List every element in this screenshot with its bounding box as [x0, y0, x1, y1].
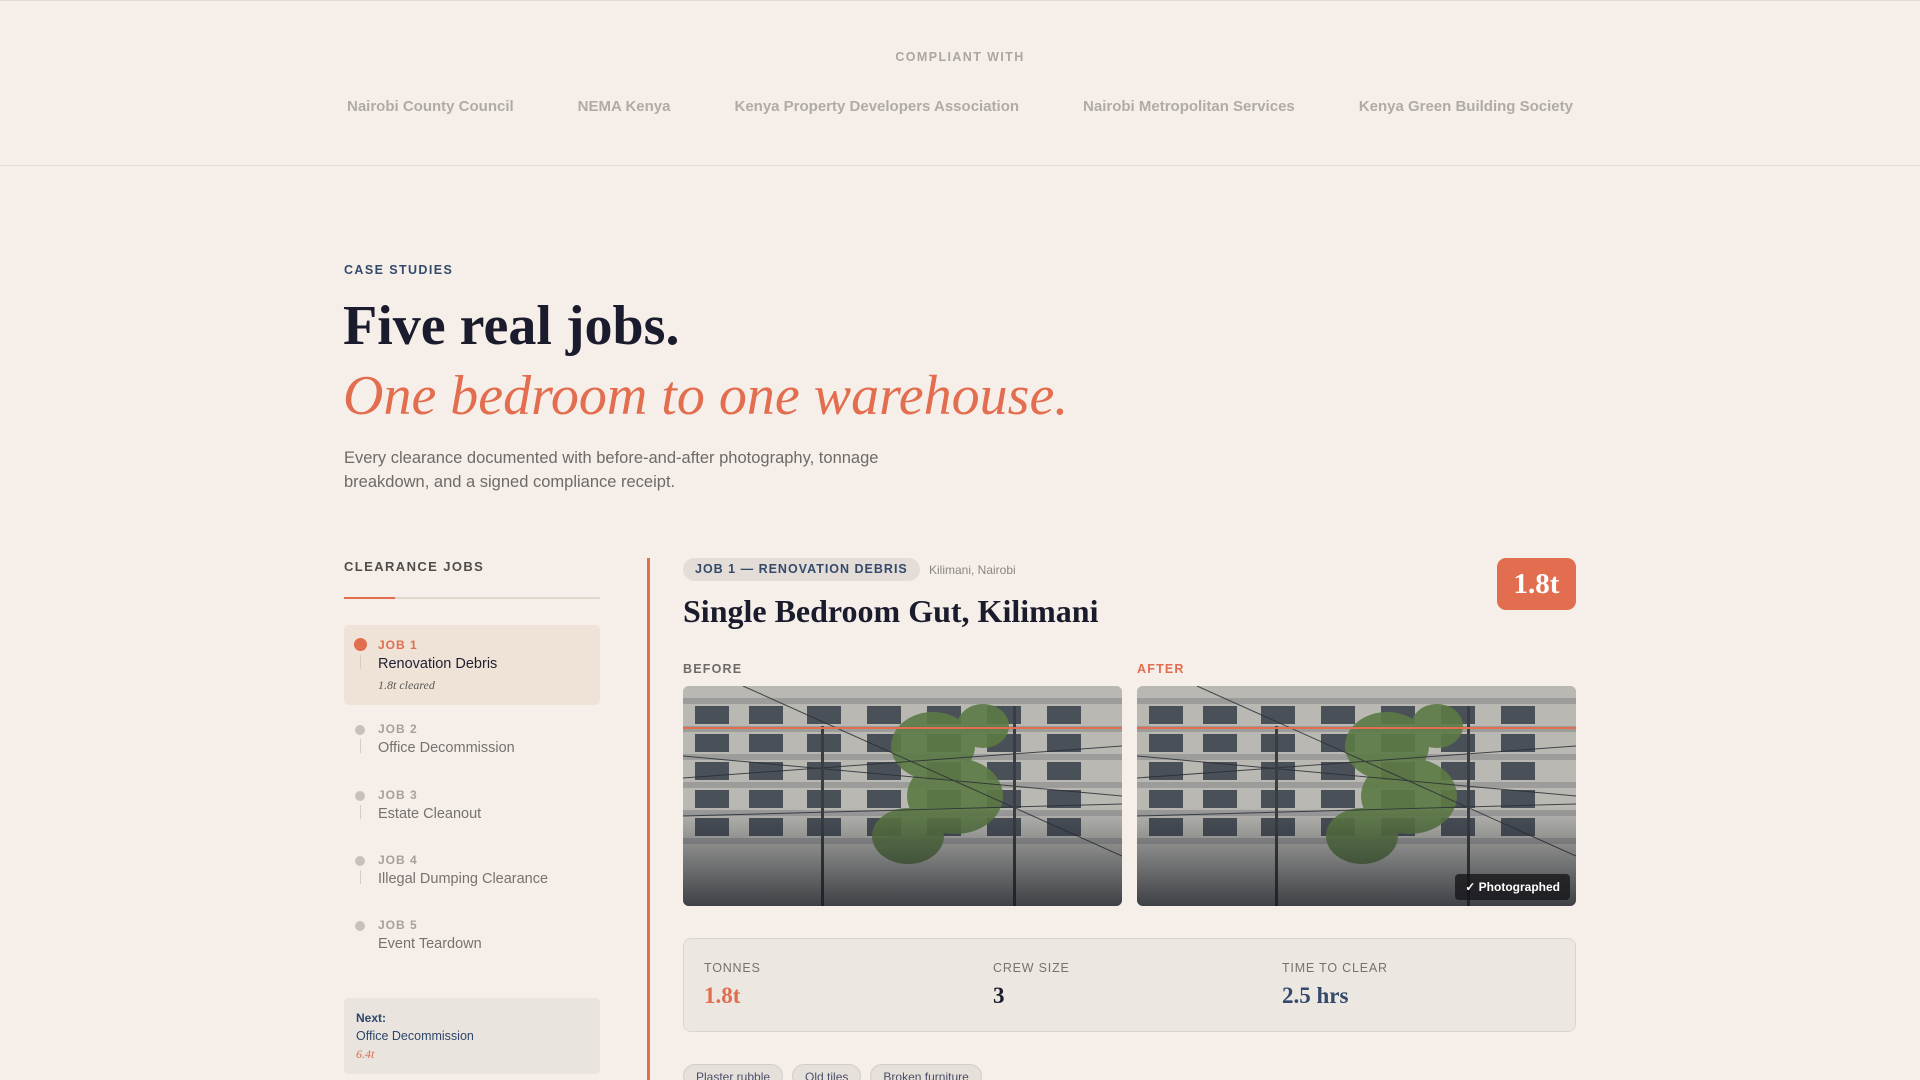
tag-plaster-rubble: Plaster rubble — [683, 1064, 784, 1080]
job-name: Renovation Debris — [378, 656, 498, 672]
next-label: Next: — [356, 1011, 387, 1025]
next-job-name: Office Decommission — [356, 1029, 474, 1043]
stat-crew-size: CREW SIZE 3 — [993, 961, 1070, 1009]
job-location: Kilimani, Nairobi — [929, 563, 1016, 577]
job-number: JOB 3 — [378, 788, 418, 802]
job-item-2[interactable]: JOB 2 Office Decommission — [344, 719, 600, 759]
job-name: Office Decommission — [378, 740, 515, 756]
stat-value: 2.5 hrs — [1282, 983, 1349, 1008]
compliance-label: COMPLIANT WITH — [895, 50, 1025, 64]
dot-icon — [355, 856, 365, 866]
after-label: AFTER — [1137, 662, 1185, 676]
job-cleared: 1.8t cleared — [378, 678, 435, 692]
page-intro: Every clearance documented with before-a… — [344, 449, 879, 491]
content-divider — [647, 558, 650, 1080]
stat-label: TONNES — [704, 961, 761, 975]
job-number: JOB 5 — [378, 918, 418, 932]
org-nairobi-metropolitan-services: Nairobi Metropolitan Services — [1083, 98, 1295, 115]
job-name: Estate Cleanout — [378, 806, 482, 822]
stat-value: 3 — [993, 983, 1005, 1008]
next-job-card[interactable]: Next: Office Decommission 6.4t — [344, 998, 600, 1074]
stat-value: 1.8t — [704, 983, 741, 1008]
photographed-stamp: ✓ Photographed — [1455, 874, 1570, 900]
building-photo-illustration — [1137, 686, 1576, 906]
org-nema-kenya: NEMA Kenya — [577, 98, 671, 115]
org-nairobi-county-council: Nairobi County Council — [347, 98, 514, 115]
section-eyebrow: CASE STUDIES — [344, 263, 454, 277]
page-title: Five real jobs. — [343, 295, 680, 357]
job-stats-card: TONNES 1.8t CREW SIZE 3 TIME TO CLEAR 2.… — [683, 938, 1576, 1032]
stat-label: TIME TO CLEAR — [1282, 961, 1388, 975]
tonnes-badge: 1.8t — [1497, 558, 1576, 610]
tag-old-tiles: Old tiles — [792, 1064, 862, 1080]
sidebar-progress-track — [344, 597, 600, 599]
material-tags: Plaster rubble Old tiles Broken furnitur… — [683, 1064, 982, 1080]
stat-label: CREW SIZE — [993, 961, 1070, 975]
stat-tonnes: TONNES 1.8t — [704, 961, 761, 1009]
timeline-stem — [360, 805, 361, 819]
job-item-5[interactable]: JOB 5 Event Teardown — [344, 915, 600, 955]
job-name: Illegal Dumping Clearance — [378, 871, 549, 887]
dot-icon — [355, 725, 365, 735]
before-photo — [683, 686, 1122, 906]
job-number: JOB 2 — [378, 722, 418, 736]
job-item-1[interactable]: JOB 1 Renovation Debris 1.8t cleared — [344, 625, 600, 705]
sidebar-title: CLEARANCE JOBS — [344, 559, 485, 574]
job-title: Single Bedroom Gut, Kilimani — [683, 593, 1099, 629]
job-number: JOB 1 — [378, 638, 418, 652]
active-dot-icon — [354, 638, 367, 651]
after-photo: ✓ Photographed — [1137, 686, 1576, 906]
before-label: BEFORE — [683, 662, 743, 676]
next-job-tonnes: 6.4t — [356, 1047, 375, 1061]
compliance-bar: COMPLIANT WITH Nairobi County Council NE… — [0, 0, 1920, 166]
job-category-pill: JOB 1 — RENOVATION DEBRIS — [683, 558, 920, 581]
timeline-stem — [360, 739, 361, 753]
dot-icon — [355, 791, 365, 801]
sidebar-progress-fill — [344, 597, 395, 599]
org-kenya-green-building-society: Kenya Green Building Society — [1358, 98, 1573, 115]
timeline-stem — [360, 655, 361, 669]
job-item-4[interactable]: JOB 4 Illegal Dumping Clearance — [344, 850, 600, 890]
job-item-3[interactable]: JOB 3 Estate Cleanout — [344, 785, 600, 825]
dot-icon — [355, 921, 365, 931]
building-photo-illustration — [683, 686, 1122, 906]
job-number: JOB 4 — [378, 853, 418, 867]
compliance-orgs: Nairobi County Council NEMA Kenya Kenya … — [0, 98, 1920, 115]
org-kenya-property-developers: Kenya Property Developers Association — [734, 98, 1020, 115]
tag-broken-furniture: Broken furniture — [870, 1064, 982, 1080]
job-name: Event Teardown — [378, 936, 482, 952]
page-subtitle: One bedroom to one warehouse. — [343, 365, 1069, 427]
timeline-stem — [360, 870, 361, 884]
stat-time-to-clear: TIME TO CLEAR 2.5 hrs — [1282, 961, 1388, 1009]
